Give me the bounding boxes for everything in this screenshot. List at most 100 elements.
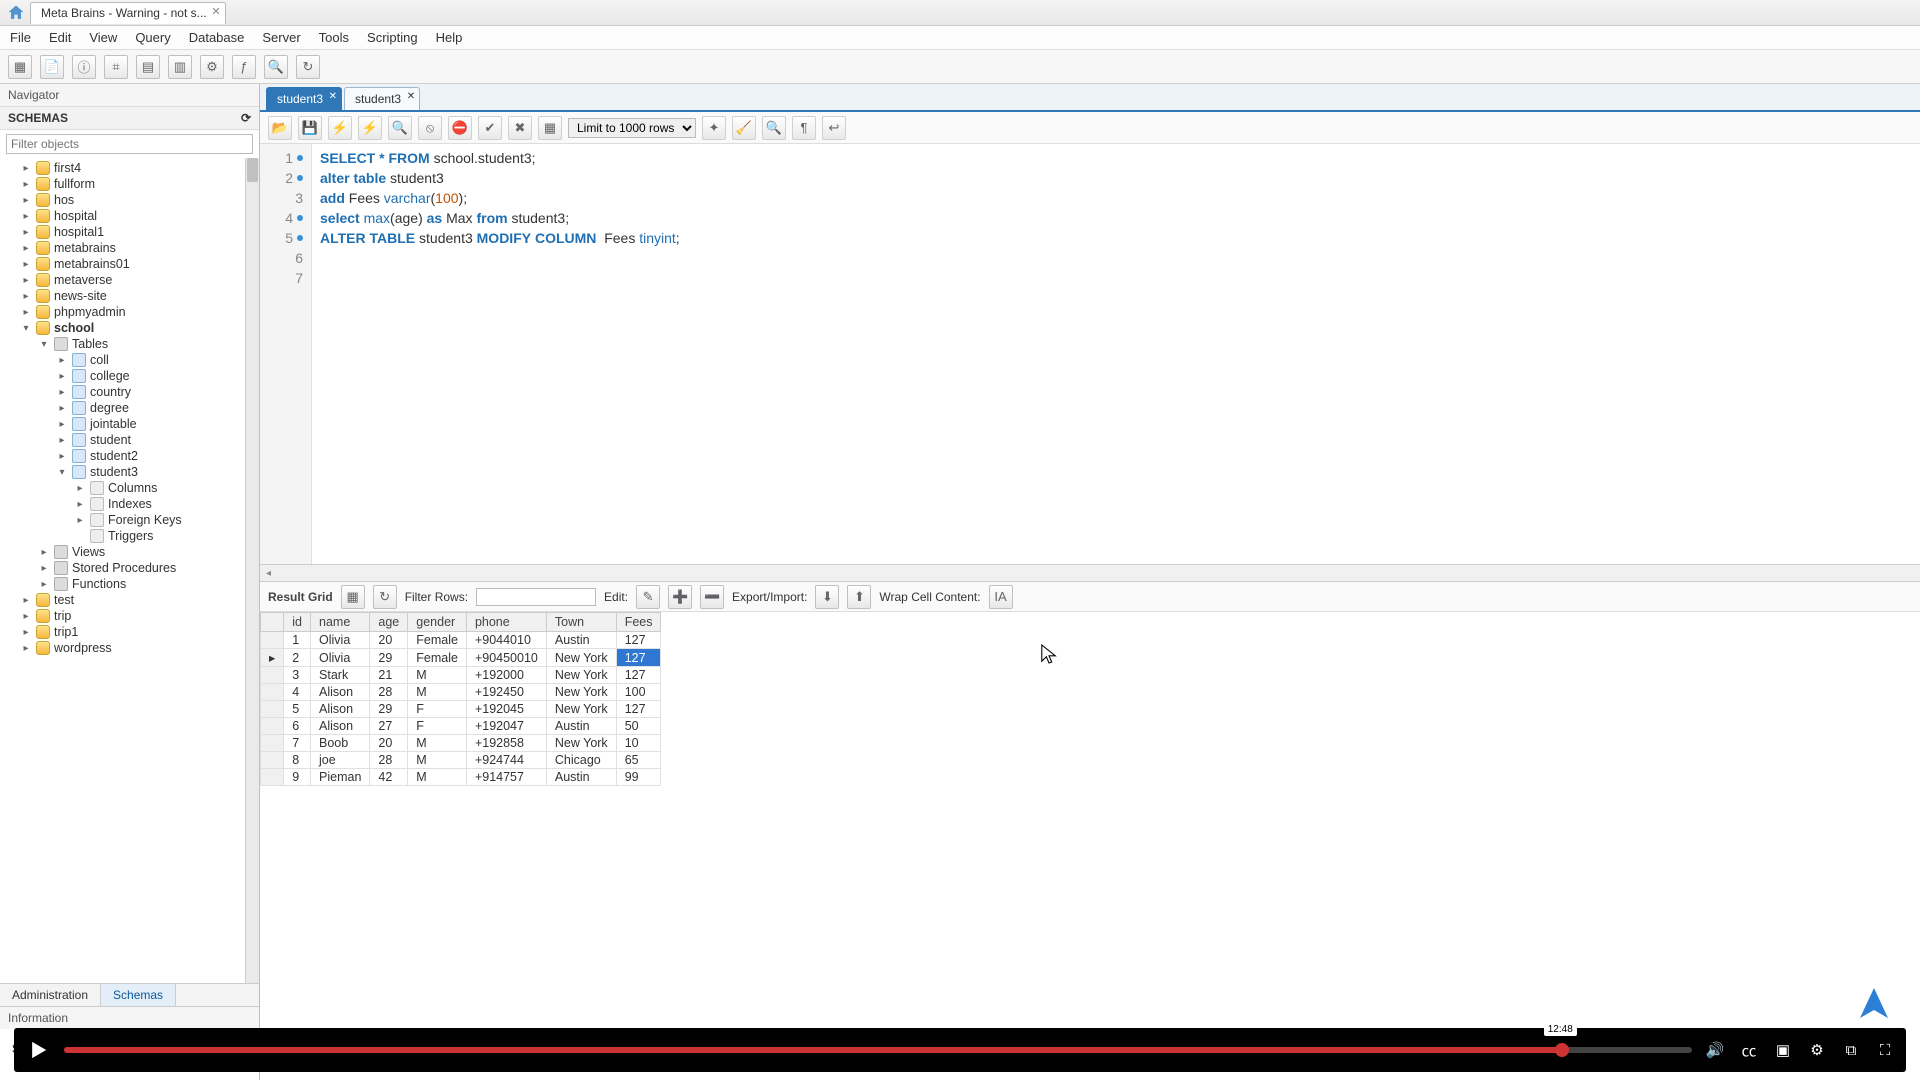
new-view-icon[interactable]: ▥ [168,55,192,79]
column-header[interactable]: id [284,613,311,632]
row-header[interactable] [261,649,284,667]
grid-cell[interactable]: 100 [616,684,661,701]
grid-cell[interactable]: New York [546,649,616,667]
column-header[interactable]: name [311,613,370,632]
menu-query[interactable]: Query [135,30,170,45]
play-button[interactable] [24,1036,52,1064]
refresh-icon[interactable]: ⟳ [241,111,251,125]
grid-cell[interactable]: Austin [546,718,616,735]
inspector-icon[interactable]: ⓘ [72,55,96,79]
tree-node[interactable]: ▸trip [0,608,259,624]
kill-icon[interactable]: ⛔ [448,116,472,140]
tree-node[interactable]: Triggers [0,528,259,544]
search-icon[interactable]: 🔍 [264,55,288,79]
grid-cell[interactable]: M [408,735,467,752]
new-function-icon[interactable]: ƒ [232,55,256,79]
grid-cell[interactable]: Austin [546,769,616,786]
row-header[interactable] [261,632,284,649]
beautify-icon[interactable]: ✦ [702,116,726,140]
grid-view-icon[interactable]: ▦ [341,585,365,609]
window-tab[interactable]: Meta Brains - Warning - not s... ✕ [30,2,226,24]
rollback-icon[interactable]: ✖ [508,116,532,140]
autocommit-icon[interactable]: ▦ [538,116,562,140]
menu-scripting[interactable]: Scripting [367,30,418,45]
grid-cell[interactable]: 29 [370,701,408,718]
grid-cell[interactable]: +914757 [466,769,546,786]
row-header[interactable] [261,735,284,752]
grid-cell[interactable]: New York [546,667,616,684]
tree-node[interactable]: ▸Foreign Keys [0,512,259,528]
grid-cell[interactable]: M [408,684,467,701]
grid-cell[interactable]: 1 [284,632,311,649]
grid-cell[interactable]: 65 [616,752,661,769]
import-icon[interactable]: ⬆ [847,585,871,609]
row-header[interactable] [261,752,284,769]
tree-scrollbar[interactable] [245,158,259,983]
column-header[interactable]: Town [546,613,616,632]
grid-cell[interactable]: 127 [616,701,661,718]
grid-cell[interactable]: F [408,718,467,735]
grid-cell[interactable]: +192047 [466,718,546,735]
grid-cell[interactable]: Alison [311,684,370,701]
grid-cell[interactable]: 20 [370,735,408,752]
tree-node[interactable]: ▸Functions [0,576,259,592]
pip-icon[interactable]: ⧉ [1840,1039,1862,1061]
tree-node[interactable]: ▸test [0,592,259,608]
grid-cell[interactable]: Chicago [546,752,616,769]
wrap-icon[interactable]: ↩ [822,116,846,140]
refresh-result-icon[interactable]: ↻ [373,585,397,609]
tree-node[interactable]: ▸Indexes [0,496,259,512]
grid-cell[interactable]: 8 [284,752,311,769]
grid-cell[interactable]: New York [546,684,616,701]
grid-cell[interactable]: +924744 [466,752,546,769]
grid-cell[interactable]: 2 [284,649,311,667]
grid-cell[interactable]: +192000 [466,667,546,684]
editor-tab[interactable]: student3✕ [266,87,342,110]
grid-cell[interactable]: 28 [370,752,408,769]
row-header[interactable] [261,718,284,735]
tree-node[interactable]: ▸country [0,384,259,400]
menu-view[interactable]: View [89,30,117,45]
grid-cell[interactable]: 5 [284,701,311,718]
export-icon[interactable]: ⬇ [815,585,839,609]
tree-node[interactable]: ▸student2 [0,448,259,464]
grid-cell[interactable]: 50 [616,718,661,735]
execute-icon[interactable]: ⚡ [328,116,352,140]
reconnect-icon[interactable]: ↻ [296,55,320,79]
grid-cell[interactable]: 7 [284,735,311,752]
grid-cell[interactable]: Female [408,632,467,649]
grid-cell[interactable]: 127 [616,667,661,684]
grid-cell[interactable]: Olivia [311,649,370,667]
grid-cell[interactable]: 20 [370,632,408,649]
column-header[interactable]: age [370,613,408,632]
grid-cell[interactable]: 3 [284,667,311,684]
schema-filter-input[interactable] [6,134,253,154]
execute-current-icon[interactable]: ⚡ [358,116,382,140]
tree-node[interactable]: ▸coll [0,352,259,368]
home-icon[interactable] [6,3,26,23]
wrap-cell-icon[interactable]: IA [989,585,1013,609]
grid-cell[interactable]: New York [546,701,616,718]
tree-node[interactable]: ▸first4 [0,160,259,176]
row-limit-select[interactable]: Limit to 1000 rows [568,118,696,138]
grid-cell[interactable]: New York [546,735,616,752]
tree-node[interactable]: ▸trip1 [0,624,259,640]
tree-node[interactable]: ▸degree [0,400,259,416]
search-sql-icon[interactable]: 🔍 [762,116,786,140]
row-header[interactable] [261,701,284,718]
tree-node[interactable]: ▸hospital [0,208,259,224]
grid-cell[interactable]: Olivia [311,632,370,649]
grid-cell[interactable]: 99 [616,769,661,786]
close-icon[interactable]: ✕ [407,91,415,102]
row-header[interactable] [261,667,284,684]
tree-node[interactable]: ▾student3 [0,464,259,480]
grid-cell[interactable]: 29 [370,649,408,667]
open-sql-icon[interactable]: 📄 [40,55,64,79]
menu-server[interactable]: Server [262,30,300,45]
menu-database[interactable]: Database [189,30,245,45]
grid-cell[interactable]: Alison [311,701,370,718]
row-header[interactable] [261,769,284,786]
open-file-icon[interactable]: 📂 [268,116,292,140]
tree-node[interactable]: ▸Columns [0,480,259,496]
column-header[interactable]: gender [408,613,467,632]
